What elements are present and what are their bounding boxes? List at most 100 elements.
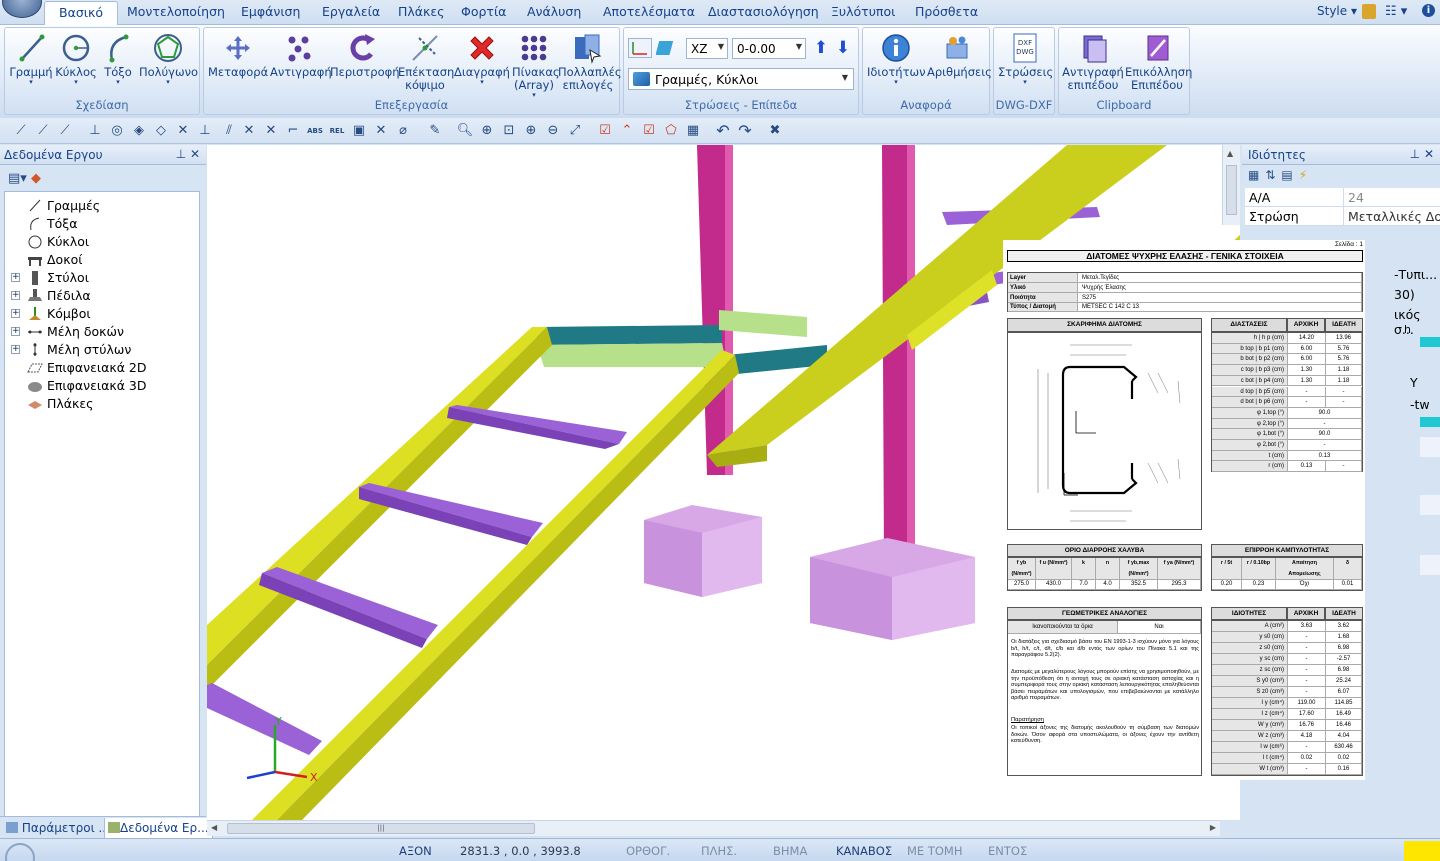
- snap-endpoint-icon[interactable]: ⟋: [12, 122, 30, 140]
- plane-color-icon[interactable]: [655, 38, 682, 58]
- expand-icon[interactable]: +: [11, 345, 20, 354]
- properties-report-button[interactable]: Ιδιοτήτων ▾: [867, 30, 926, 86]
- snap-extension-icon[interactable]: ✕: [240, 122, 258, 140]
- scroll-thumb[interactable]: [1226, 165, 1237, 215]
- scroll-up-icon[interactable]: ▲: [1227, 149, 1233, 158]
- tab-parameters[interactable]: Παράμετροι ...: [6, 821, 110, 835]
- move-button[interactable]: Μεταφορά: [208, 30, 268, 79]
- snap-parallel-icon[interactable]: ⫽: [220, 122, 238, 140]
- status-section[interactable]: ΜΕ ΤΟΜΗ: [907, 844, 963, 858]
- pin-close-icon[interactable]: ⊥ ✕: [1410, 147, 1434, 161]
- tab-project-data[interactable]: Δεδομένα Ερ...: [104, 818, 213, 840]
- tree-view-icon[interactable]: ▤▾: [8, 171, 27, 186]
- multi-select-button[interactable]: Πολλαπλές επιλογές: [558, 30, 622, 92]
- tab-basic[interactable]: Βασικό: [44, 1, 118, 26]
- delete-button[interactable]: Διαγραφή ▾: [454, 30, 510, 86]
- tab-tools[interactable]: Εργαλεία: [322, 4, 380, 19]
- status-axis[interactable]: ΑΞΟΝ: [399, 844, 432, 858]
- pencil-icon[interactable]: ✎: [426, 122, 444, 140]
- snap-box-icon[interactable]: ▣: [350, 122, 368, 140]
- status-polar[interactable]: ΠΛΗΣ.: [701, 844, 737, 858]
- expand-icon[interactable]: +: [11, 309, 20, 318]
- line-button[interactable]: Γραμμή ▾: [9, 30, 53, 86]
- prop-row-layer[interactable]: ΣτρώσηΜεταλλικές Δο...: [1245, 207, 1440, 226]
- snap-quadrant-icon[interactable]: ◈: [130, 122, 148, 140]
- pin-close-icon[interactable]: ⊥ ✕: [176, 147, 200, 161]
- sort-az-icon[interactable]: ⇅: [1265, 168, 1281, 182]
- redo-icon[interactable]: ↷: [736, 122, 754, 140]
- snap-node-icon[interactable]: ⌐: [284, 122, 302, 140]
- snap-midpoint-icon[interactable]: ⟋: [34, 122, 52, 140]
- lock-icon[interactable]: [1362, 4, 1376, 19]
- snap-perpendicular-icon[interactable]: ⊥: [86, 122, 104, 140]
- status-step[interactable]: ΒΗΜΑ: [773, 844, 807, 858]
- style-menu[interactable]: Style ▾: [1317, 4, 1357, 18]
- tab-design[interactable]: Διαστασιολόγηση: [708, 4, 819, 19]
- plane-axes-icon[interactable]: [628, 38, 652, 58]
- plane-up-icon[interactable]: ⬆: [812, 39, 830, 57]
- check-box-icon[interactable]: ☑: [596, 122, 614, 140]
- zoom-extents-icon[interactable]: ⤢: [566, 122, 584, 140]
- dwg-layers-button[interactable]: DXF DWG Στρώσεις ▾: [998, 30, 1053, 86]
- expand-icon[interactable]: +: [11, 327, 20, 336]
- property-pages-icon[interactable]: ▤: [1281, 168, 1298, 182]
- circle-button[interactable]: Κύκλος ▾: [55, 30, 97, 86]
- numbering-button[interactable]: Αριθμήσεις: [927, 30, 992, 79]
- extend-trim-button[interactable]: Επέκταση κόψιμο: [398, 30, 454, 92]
- application-menu-button[interactable]: [2, 0, 42, 18]
- zoom-out-icon[interactable]: ⊖: [544, 122, 562, 140]
- array-button[interactable]: Πίνακας (Array) ▾: [512, 30, 560, 99]
- tab-loads[interactable]: Φορτία: [461, 4, 506, 19]
- expand-icon[interactable]: +: [11, 291, 20, 300]
- categorized-icon[interactable]: ▦: [1248, 168, 1265, 182]
- scroll-left-icon[interactable]: ◀: [211, 823, 217, 832]
- snap-off-icon[interactable]: ✕: [372, 122, 390, 140]
- zoom-window-icon[interactable]: ⊡: [500, 122, 518, 140]
- polygon-button[interactable]: Πολύγωνο ▾: [139, 30, 198, 86]
- plane-select[interactable]: XZ ▼: [686, 38, 728, 59]
- tab-formwork[interactable]: Ξυλότυποι: [831, 4, 895, 19]
- snap-cross-icon[interactable]: ✕: [174, 122, 192, 140]
- tab-addons[interactable]: Πρόσθετα: [915, 4, 978, 19]
- tab-view[interactable]: Εμφάνιση: [241, 4, 300, 19]
- measure-icon[interactable]: ⌃: [618, 122, 636, 140]
- prop-row-id[interactable]: A/A 24: [1245, 188, 1440, 207]
- snap-apparent-icon[interactable]: ✕: [262, 122, 280, 140]
- copy-plane-button[interactable]: Αντιγραφή επιπέδου: [1061, 30, 1125, 92]
- zoom-in-icon[interactable]: ⊕: [478, 122, 496, 140]
- status-ortho[interactable]: ΟΡΘΟΓ.: [626, 844, 670, 858]
- arc-button[interactable]: Τόξο ▾: [101, 30, 135, 86]
- rel-coords-icon[interactable]: REL: [328, 122, 346, 140]
- refresh-icon[interactable]: ◆: [31, 171, 41, 186]
- snap-center-icon[interactable]: ◎: [108, 122, 126, 140]
- zoom-plus-icon[interactable]: ⊕: [522, 122, 540, 140]
- snap-intersection-icon[interactable]: ⟋: [56, 122, 74, 140]
- snap-nearest-icon[interactable]: ⊥: [196, 122, 214, 140]
- plane-offset-select[interactable]: 0-0.00 ▼: [732, 38, 806, 59]
- cancel-icon[interactable]: ✖: [766, 122, 784, 140]
- rotate-button[interactable]: Περιστροφή: [330, 30, 399, 79]
- language-icon[interactable]: ☷ ▾: [1385, 4, 1407, 19]
- grid-icon[interactable]: ▦: [684, 122, 702, 140]
- horizontal-scrollbar[interactable]: ◀ ||| ▶: [207, 820, 1220, 836]
- tab-analysis[interactable]: Ανάλυση: [527, 4, 581, 19]
- copy-button[interactable]: Αντιγραφή: [270, 30, 332, 79]
- expand-icon[interactable]: +: [11, 273, 20, 282]
- zoom-icon[interactable]: 🔍︎: [456, 122, 474, 140]
- check-icon[interactable]: ☑: [640, 122, 658, 140]
- vertical-scrollbar[interactable]: ▲: [1222, 145, 1240, 225]
- snap-magnet-icon[interactable]: ⌀: [394, 122, 412, 140]
- events-icon[interactable]: ⚡: [1299, 168, 1313, 182]
- shape-icon[interactable]: ⬠: [662, 122, 680, 140]
- snap-tangent-icon[interactable]: ◇: [152, 122, 170, 140]
- help-icon[interactable]: i: [1422, 4, 1435, 17]
- status-inside[interactable]: ΕΝΤΟΣ: [988, 844, 1027, 858]
- tab-modeling[interactable]: Μοντελοποίηση: [127, 4, 225, 19]
- tab-slabs[interactable]: Πλάκες: [398, 4, 445, 19]
- layer-select[interactable]: Γραμμές, Κύκλοι ▼: [628, 68, 854, 90]
- tab-results[interactable]: Αποτελέσματα: [603, 4, 695, 19]
- status-grid[interactable]: ΚΑΝΑΒΟΣ: [836, 844, 892, 858]
- paste-plane-button[interactable]: Επικόλληση Επιπέδου: [1125, 30, 1192, 92]
- scroll-right-icon[interactable]: ▶: [1210, 823, 1216, 832]
- abs-coords-icon[interactable]: ABS: [306, 122, 324, 140]
